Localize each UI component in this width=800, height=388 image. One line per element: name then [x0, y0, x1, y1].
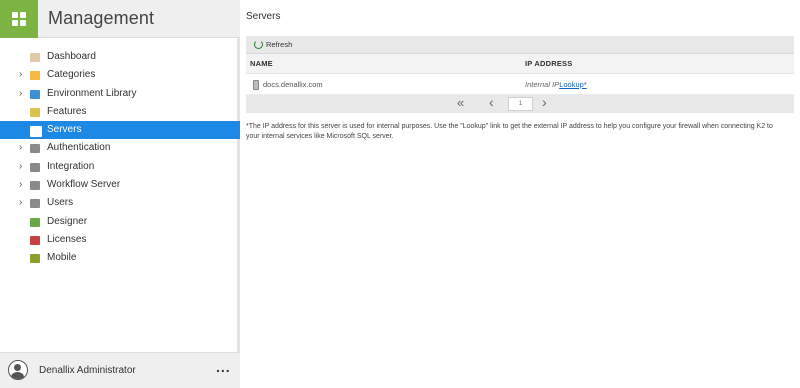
refresh-icon[interactable]	[254, 40, 263, 49]
sidebar-item-mobile[interactable]: Mobile	[0, 249, 240, 267]
user-bar: Denallix Administrator ...	[0, 352, 240, 388]
column-header-name[interactable]: NAME	[250, 59, 273, 68]
sidebar-item-features[interactable]: Features	[0, 103, 240, 121]
avatar[interactable]	[8, 360, 28, 380]
sidebar-item-label: Users	[47, 197, 74, 209]
sidebar-title: Management	[48, 8, 155, 28]
mobile-icon	[30, 254, 40, 264]
page-number-input[interactable]: 1	[508, 97, 533, 111]
sidebar-item-licenses[interactable]: Licenses	[0, 231, 240, 249]
dashboard-icon	[30, 53, 40, 62]
key-icon	[30, 144, 40, 154]
sidebar-item-dashboard[interactable]: Dashboard	[0, 48, 240, 66]
grid-header: NAME IP ADDRESS	[246, 54, 794, 74]
ip-label: Internal IP	[525, 80, 560, 89]
grid-toolbar: Refresh	[246, 36, 794, 54]
sidebar-item-label: Dashboard	[47, 51, 96, 62]
more-options-button[interactable]: ...	[216, 359, 231, 375]
sidebar-item-label: Integration	[47, 160, 95, 172]
sidebar-item-label: Licenses	[47, 233, 87, 245]
pager: « ‹ 1 ›	[246, 94, 794, 113]
app-logo-icon[interactable]	[0, 0, 38, 38]
refresh-button[interactable]: Refresh	[266, 40, 292, 49]
chevron-right-icon[interactable]: ›	[19, 66, 27, 84]
column-header-ip-address[interactable]: IP ADDRESS	[525, 59, 572, 68]
sidebar-item-label: Designer	[47, 215, 88, 227]
user-name: Denallix Administrator	[39, 365, 136, 376]
sidebar-item-label: Features	[47, 105, 87, 117]
server-icon	[253, 80, 259, 90]
sidebar-item-categories[interactable]: › Categories	[0, 66, 240, 84]
sidebar-item-label: Environment Library	[47, 87, 137, 99]
sidebar-item-label: Workflow Server	[47, 179, 121, 191]
workflow-server-icon	[30, 181, 40, 191]
sidebar-item-environment-library[interactable]: › Environment Library	[0, 85, 240, 103]
ip-address-cell: Internal IPLookup*	[525, 80, 587, 89]
sidebar-item-designer[interactable]: Designer	[0, 213, 240, 231]
sidebar-item-servers[interactable]: Servers	[0, 121, 240, 140]
sidebar-item-authentication[interactable]: › Authentication	[0, 139, 240, 157]
sidebar-item-label: Authentication	[47, 142, 111, 154]
license-ribbon-icon	[30, 235, 40, 245]
chevron-right-icon[interactable]: ›	[19, 85, 27, 103]
chevron-right-icon[interactable]: ›	[19, 139, 27, 157]
user-icon	[30, 199, 40, 209]
prev-page-button[interactable]: ‹	[489, 94, 494, 110]
next-page-button[interactable]: ›	[542, 94, 547, 110]
chevron-right-icon[interactable]: ›	[19, 194, 27, 212]
servers-grid: Refresh NAME IP ADDRESS docs.denallix.co…	[246, 36, 794, 113]
library-icon	[30, 89, 40, 99]
ip-footnote: *The IP address for this server is used …	[246, 123, 773, 140]
server-icon	[30, 126, 42, 138]
sidebar: Management Dashboard › Categories › Environm…	[0, 0, 240, 388]
sidebar-item-users[interactable]: › Users	[0, 194, 240, 212]
sidebar-item-label: Servers	[47, 124, 82, 136]
sidebar-item-label: Mobile	[47, 252, 77, 264]
sidebar-item-workflow-server[interactable]: › Workflow Server	[0, 176, 240, 194]
folder-icon	[30, 71, 40, 81]
first-page-button[interactable]: «	[457, 95, 464, 110]
lookup-link[interactable]: Lookup*	[559, 80, 587, 89]
chevron-right-icon[interactable]: ›	[19, 176, 27, 194]
features-icon	[30, 107, 40, 117]
designer-icon	[30, 217, 40, 227]
sidebar-item-integration[interactable]: › Integration	[0, 158, 240, 176]
server-name-cell: docs.denallix.com	[263, 80, 323, 89]
sidebar-nav: Dashboard › Categories › Environment Library…	[0, 48, 240, 268]
chevron-right-icon[interactable]: ›	[19, 158, 27, 176]
table-row[interactable]: docs.denallix.com Internal IPLookup*	[246, 74, 794, 95]
puzzle-icon	[30, 162, 40, 172]
sidebar-header: Management	[0, 0, 240, 38]
sidebar-item-label: Categories	[47, 69, 96, 81]
page-title: Servers	[246, 11, 281, 22]
